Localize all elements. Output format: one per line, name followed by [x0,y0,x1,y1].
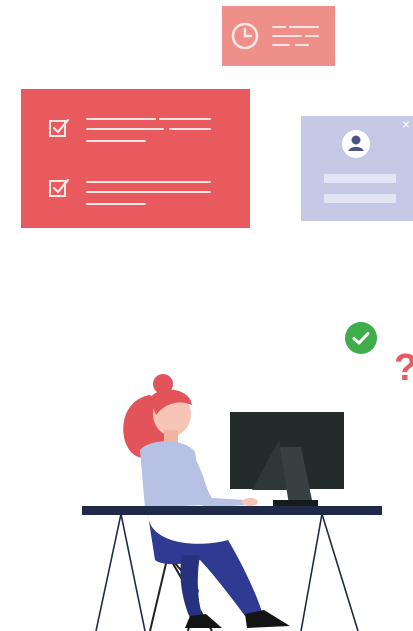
desk-top [82,506,382,515]
hand [242,498,258,506]
woman-at-desk-illustration [82,374,382,631]
shoe [245,610,290,628]
computer-monitor [230,412,344,506]
pants-left-leg [180,555,202,618]
shoe [185,614,222,628]
